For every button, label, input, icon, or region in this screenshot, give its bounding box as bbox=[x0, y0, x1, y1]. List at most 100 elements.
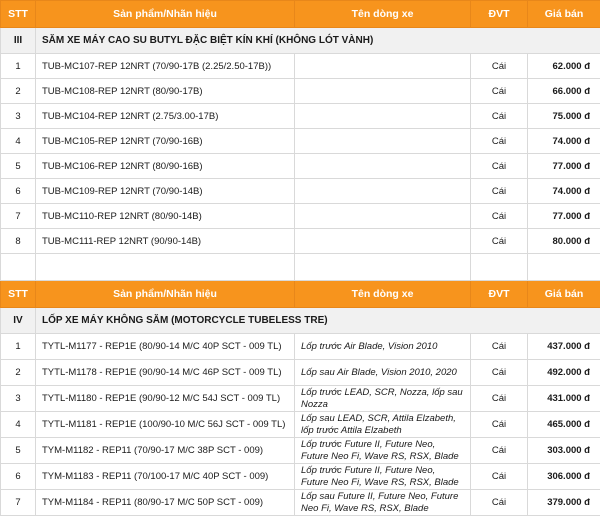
row-product: TUB-MC111-REP 12NRT (90/90-14B) bbox=[35, 228, 295, 254]
row-price: 62.000 đ bbox=[527, 53, 600, 79]
row-model: Lốp trước LEAD, SCR, Nozza, lốp sau Nozz… bbox=[294, 385, 471, 412]
table-row: 5 TYM-M1182 - REP11 (70/90-17 M/C 38P SCT… bbox=[0, 437, 600, 464]
row-unit: Cái bbox=[470, 178, 528, 204]
row-unit: Cái bbox=[470, 53, 528, 79]
row-model: Lốp sau Air Blade, Vision 2010, 2020 bbox=[294, 359, 471, 386]
table-row: 4 TUB-MC105-REP 12NRT (70/90-16B) Cái 74.00… bbox=[0, 128, 600, 154]
row-stt: 3 bbox=[0, 385, 36, 412]
header-product: Sản phẩm/Nhãn hiệu bbox=[35, 280, 295, 308]
row-price: 306.000 đ bbox=[527, 463, 600, 490]
row-stt: 4 bbox=[0, 411, 36, 438]
row-model bbox=[294, 128, 471, 154]
header-product: Sản phẩm/Nhãn hiệu bbox=[35, 0, 295, 28]
table-row: 6 TYM-M1183 - REP11 (70/100-17 M/C 40P SC… bbox=[0, 463, 600, 490]
row-model bbox=[294, 153, 471, 179]
row-price: 77.000 đ bbox=[527, 203, 600, 229]
section-number: IV bbox=[0, 307, 36, 334]
table-row: 7 TUB-MC110-REP 12NRT (80/90-14B) Cái 77.00… bbox=[0, 203, 600, 229]
row-product: TUB-MC106-REP 12NRT (80/90-16B) bbox=[35, 153, 295, 179]
header-price: Giá bán bbox=[527, 0, 600, 28]
row-model: Lốp trước Future II, Future Neo, Future … bbox=[294, 463, 471, 490]
row-unit: Cái bbox=[470, 103, 528, 129]
row-unit: Cái bbox=[470, 228, 528, 254]
row-price: 74.000 đ bbox=[527, 128, 600, 154]
row-product: TYTL-M1181 - REP1E (100/90-10 M/C 56J SC… bbox=[35, 411, 295, 438]
row-stt: 5 bbox=[0, 153, 36, 179]
row-price: 303.000 đ bbox=[527, 437, 600, 464]
row-price: 75.000 đ bbox=[527, 103, 600, 129]
row-product: TYTL-M1177 - REP1E (80/90-14 M/C 40P SCT… bbox=[35, 333, 295, 360]
row-stt: 1 bbox=[0, 53, 36, 79]
section-number: III bbox=[0, 27, 36, 54]
row-unit: Cái bbox=[470, 385, 528, 412]
row-price: 465.000 đ bbox=[527, 411, 600, 438]
row-product: TUB-MC104-REP 12NRT (2.75/3.00-17B) bbox=[35, 103, 295, 129]
header-unit: ĐVT bbox=[470, 0, 528, 28]
row-model bbox=[294, 78, 471, 104]
row-stt: 3 bbox=[0, 103, 36, 129]
header-price: Giá bán bbox=[527, 280, 600, 308]
row-stt: 2 bbox=[0, 359, 36, 386]
row-product: TYM-M1183 - REP11 (70/100-17 M/C 40P SCT… bbox=[35, 463, 295, 490]
row-model bbox=[294, 53, 471, 79]
row-unit: Cái bbox=[470, 128, 528, 154]
row-model bbox=[294, 203, 471, 229]
row-price: 74.000 đ bbox=[527, 178, 600, 204]
header-stt: STT bbox=[0, 0, 36, 28]
row-stt: 7 bbox=[0, 203, 36, 229]
table-row: 2 TUB-MC108-REP 12NRT (80/90-17B) Cái 66.00… bbox=[0, 78, 600, 104]
row-model: Lốp trước Future II, Future Neo, Future … bbox=[294, 437, 471, 464]
row-product: TYTL-M1180 - REP1E (90/90-12 M/C 54J SCT… bbox=[35, 385, 295, 412]
row-product: TUB-MC105-REP 12NRT (70/90-16B) bbox=[35, 128, 295, 154]
row-product: TUB-MC108-REP 12NRT (80/90-17B) bbox=[35, 78, 295, 104]
row-unit: Cái bbox=[470, 153, 528, 179]
price-table: STT Sản phẩm/Nhãn hiệu Tên dòng xe ĐVT G… bbox=[0, 0, 600, 516]
row-model bbox=[294, 228, 471, 254]
row-price: 492.000 đ bbox=[527, 359, 600, 386]
row-price: 437.000 đ bbox=[527, 333, 600, 360]
row-price: 80.000 đ bbox=[527, 228, 600, 254]
row-unit: Cái bbox=[470, 489, 528, 516]
row-stt: 2 bbox=[0, 78, 36, 104]
row-product: TUB-MC109-REP 12NRT (70/90-14B) bbox=[35, 178, 295, 204]
row-stt: 6 bbox=[0, 178, 36, 204]
row-price: 431.000 đ bbox=[527, 385, 600, 412]
table-row: 4 TYTL-M1181 - REP1E (100/90-10 M/C 56J S… bbox=[0, 411, 600, 438]
table-row: 2 TYTL-M1178 - REP1E (90/90-14 M/C 46P SC… bbox=[0, 359, 600, 386]
row-stt: 5 bbox=[0, 437, 36, 464]
table-row: 1 TUB-MC107-REP 12NRT (70/90-17B (2.25/2.… bbox=[0, 53, 600, 79]
table-row: 1 TYTL-M1177 - REP1E (80/90-14 M/C 40P SC… bbox=[0, 333, 600, 360]
header-stt: STT bbox=[0, 280, 36, 308]
row-stt: 7 bbox=[0, 489, 36, 516]
row-unit: Cái bbox=[470, 359, 528, 386]
row-unit: Cái bbox=[470, 463, 528, 490]
row-model: Lốp sau LEAD, SCR, Attila Elzabeth, lốp … bbox=[294, 411, 471, 438]
table-row: 8 TUB-MC111-REP 12NRT (90/90-14B) Cái 80.00… bbox=[0, 228, 600, 254]
row-model bbox=[294, 178, 471, 204]
spacer-row bbox=[0, 253, 600, 281]
table-row: 5 TUB-MC106-REP 12NRT (80/90-16B) Cái 77.00… bbox=[0, 153, 600, 179]
row-product: TYM-M1182 - REP11 (70/90-17 M/C 38P SCT … bbox=[35, 437, 295, 464]
row-unit: Cái bbox=[470, 411, 528, 438]
table-row: 7 TYM-M1184 - REP11 (80/90-17 M/C 50P SCT… bbox=[0, 489, 600, 516]
row-unit: Cái bbox=[470, 437, 528, 464]
table-row: 3 TYTL-M1180 - REP1E (90/90-12 M/C 54J SC… bbox=[0, 385, 600, 412]
section-title: SĂM XE MÁY CAO SU BUTYL ĐẶC BIỆT KÍN KHÍ… bbox=[35, 27, 600, 54]
row-stt: 6 bbox=[0, 463, 36, 490]
row-unit: Cái bbox=[470, 78, 528, 104]
section-title: LỐP XE MÁY KHÔNG SĂM (MOTORCYCLE TUBELES… bbox=[35, 307, 600, 334]
row-stt: 4 bbox=[0, 128, 36, 154]
row-price: 379.000 đ bbox=[527, 489, 600, 516]
header-model: Tên dòng xe bbox=[294, 280, 471, 308]
table-header-row-2: STT Sản phẩm/Nhãn hiệu Tên dòng xe ĐVT G… bbox=[0, 280, 600, 308]
row-stt: 1 bbox=[0, 333, 36, 360]
table-row: 3 TUB-MC104-REP 12NRT (2.75/3.00-17B) Cái 7… bbox=[0, 103, 600, 129]
row-product: TUB-MC107-REP 12NRT (70/90-17B (2.25/2.5… bbox=[35, 53, 295, 79]
row-product: TUB-MC110-REP 12NRT (80/90-14B) bbox=[35, 203, 295, 229]
table-row: 6 TUB-MC109-REP 12NRT (70/90-14B) Cái 74.00… bbox=[0, 178, 600, 204]
row-model bbox=[294, 103, 471, 129]
row-unit: Cái bbox=[470, 203, 528, 229]
row-model: Lốp trước Air Blade, Vision 2010 bbox=[294, 333, 471, 360]
row-stt: 8 bbox=[0, 228, 36, 254]
row-model: Lốp sau Future II, Future Neo, Future Ne… bbox=[294, 489, 471, 516]
